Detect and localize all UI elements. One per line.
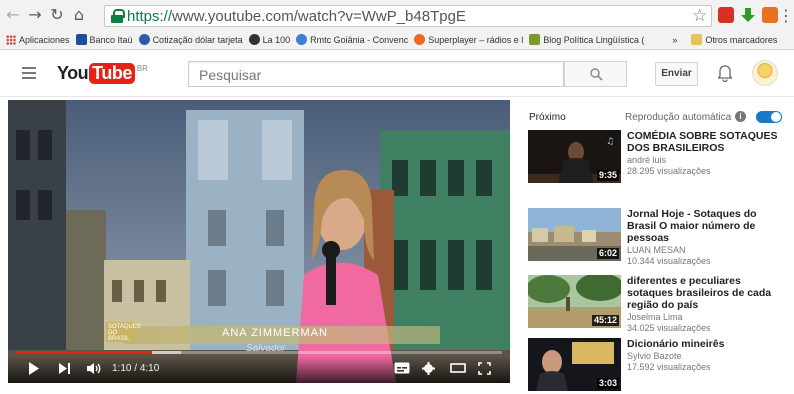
channel-name[interactable]: andré luis bbox=[627, 155, 787, 166]
video-duration: 9:35 bbox=[596, 170, 619, 181]
blog-icon bbox=[529, 34, 541, 45]
video-title[interactable]: COMÉDIA SOBRE SOTAQUES DOS BRASILEIROS bbox=[627, 130, 787, 154]
channel-name[interactable]: Sylvio Bazote bbox=[627, 351, 787, 362]
bookmark-cotizacao[interactable]: Cotização dólar tarjeta bbox=[138, 34, 243, 45]
view-count: 28.295 visualizações bbox=[627, 166, 711, 176]
video-thumbnail[interactable]: 6:02 bbox=[528, 208, 621, 261]
address-bar[interactable]: https://www.youtube.com/watch?v=WwP_b48T… bbox=[104, 5, 712, 27]
view-count: 10.344 visualizações bbox=[627, 256, 711, 266]
itau-icon bbox=[75, 34, 87, 45]
currency-icon bbox=[138, 34, 150, 45]
video-meta: Dicionário mineirês Sylvio Bazote 17.592… bbox=[627, 338, 787, 373]
browser-menu-icon[interactable]: ⋮ bbox=[778, 7, 794, 25]
progress-played bbox=[16, 351, 153, 354]
reload-icon[interactable]: ↻ bbox=[48, 6, 66, 24]
time-display: 1:10 / 4:10 bbox=[112, 363, 160, 374]
next-icon[interactable] bbox=[58, 362, 71, 375]
youtube-logo[interactable]: You Tube BR bbox=[57, 63, 148, 84]
channel-name[interactable]: Joselma Lima bbox=[627, 312, 787, 323]
avatar[interactable] bbox=[752, 60, 778, 86]
apps-grid-icon bbox=[6, 34, 16, 45]
video-thumbnail[interactable]: 3:03 bbox=[528, 338, 621, 391]
bookmark-la100[interactable]: La 100 bbox=[248, 34, 290, 45]
autoplay-label: Reprodução automática bbox=[625, 112, 732, 123]
info-icon[interactable]: i bbox=[735, 111, 746, 122]
forward-icon[interactable]: → bbox=[26, 6, 44, 24]
up-next-sidebar: Próximo Reprodução automática i ♫ 9:35 C… bbox=[527, 100, 794, 391]
search-icon bbox=[590, 68, 603, 81]
progress-bar[interactable] bbox=[16, 351, 502, 354]
other-bookmarks[interactable]: Otros marcadores bbox=[691, 34, 777, 45]
autoplay-toggle[interactable] bbox=[756, 111, 782, 123]
home-icon[interactable]: ⌂ bbox=[70, 6, 88, 24]
video-thumbnail[interactable]: ♫ 9:35 bbox=[528, 130, 621, 183]
bookmarks-overflow[interactable]: » bbox=[672, 35, 677, 45]
view-count: 34.025 visualizações bbox=[627, 323, 711, 333]
channel-name[interactable]: LUAN MESAN bbox=[627, 245, 787, 256]
download-arrow-icon[interactable] bbox=[740, 7, 756, 23]
settings-gear-icon[interactable] bbox=[422, 362, 435, 375]
url-scheme: https:// bbox=[127, 7, 173, 25]
bookmark-blog[interactable]: Blog Política Lingüística ( bbox=[529, 34, 644, 45]
reporter-name: ANA ZIMMERMAN bbox=[222, 327, 328, 339]
time-total: 4:10 bbox=[139, 363, 160, 374]
video-duration: 6:02 bbox=[596, 248, 619, 259]
svg-text:♫: ♫ bbox=[606, 137, 614, 147]
radio-icon bbox=[248, 34, 260, 45]
video-title[interactable]: diferentes e peculiares sotaques brasile… bbox=[627, 275, 787, 311]
notifications-bell-icon[interactable] bbox=[718, 65, 732, 82]
video-meta: COMÉDIA SOBRE SOTAQUES DOS BRASILEIROS a… bbox=[627, 130, 787, 177]
list-item[interactable]: 6:02 Jornal Hoje - Sotaques do Brasil O … bbox=[527, 208, 794, 267]
video-meta: diferentes e peculiares sotaques brasile… bbox=[627, 275, 787, 334]
time-current: 1:10 bbox=[112, 363, 132, 374]
superplayer-icon bbox=[414, 34, 426, 45]
video-duration: 45:12 bbox=[591, 315, 619, 326]
up-next-label: Próximo bbox=[529, 112, 566, 123]
extension-orange-icon[interactable] bbox=[762, 7, 778, 23]
bookmark-star-icon[interactable]: ☆ bbox=[692, 6, 707, 26]
video-thumbnail[interactable]: 45:12 bbox=[528, 275, 621, 328]
bookmark-superplayer[interactable]: Superplayer – rádios e l bbox=[414, 34, 523, 45]
extension-red-icon[interactable] bbox=[718, 7, 734, 23]
video-title[interactable]: Jornal Hoje - Sotaques do Brasil O maior… bbox=[627, 208, 787, 244]
view-count: 17.592 visualizações bbox=[627, 362, 711, 372]
url-text: www.youtube.com/watch?v=WwP_b48TpgE bbox=[172, 7, 466, 25]
video-duration: 3:03 bbox=[596, 378, 619, 389]
list-item[interactable]: 3:03 Dicionário mineirês Sylvio Bazote 1… bbox=[527, 338, 794, 394]
lock-icon bbox=[111, 9, 125, 23]
back-icon[interactable]: ← bbox=[4, 6, 22, 24]
bookmarks-bar: Aplicaciones Banco Itaú Cotização dólar … bbox=[0, 30, 794, 50]
folder-icon bbox=[691, 34, 703, 45]
youtube-header: You Tube BR Pesquisar Enviar bbox=[0, 51, 794, 97]
video-meta: Jornal Hoje - Sotaques do Brasil O maior… bbox=[627, 208, 787, 267]
bookmark-apps[interactable]: Aplicaciones bbox=[6, 34, 70, 45]
menu-icon[interactable] bbox=[22, 67, 36, 79]
lower-third-tag: SOTAQUES DO BRASIL bbox=[106, 322, 141, 342]
search-button[interactable] bbox=[564, 61, 627, 87]
subtitles-icon[interactable] bbox=[394, 362, 410, 374]
list-item[interactable]: 45:12 diferentes e peculiares sotaques b… bbox=[527, 275, 794, 334]
play-icon[interactable] bbox=[28, 362, 40, 375]
volume-icon[interactable] bbox=[86, 362, 102, 375]
globe-icon bbox=[296, 34, 308, 45]
search-input[interactable]: Pesquisar bbox=[188, 61, 564, 87]
theater-mode-icon[interactable] bbox=[450, 362, 466, 374]
bookmark-rmtc[interactable]: Rmtc Goiânia - Convenc bbox=[296, 34, 408, 45]
upload-button[interactable]: Enviar bbox=[655, 62, 698, 86]
video-player[interactable]: SOTAQUES DO BRASIL ANA ZIMMERMAN Salvado… bbox=[8, 100, 510, 383]
fullscreen-icon[interactable] bbox=[478, 362, 491, 375]
bookmark-banco-itau[interactable]: Banco Itaú bbox=[75, 34, 133, 45]
video-title[interactable]: Dicionário mineirês bbox=[627, 338, 787, 350]
list-item[interactable]: ♫ 9:35 COMÉDIA SOBRE SOTAQUES DOS BRASIL… bbox=[527, 130, 794, 186]
